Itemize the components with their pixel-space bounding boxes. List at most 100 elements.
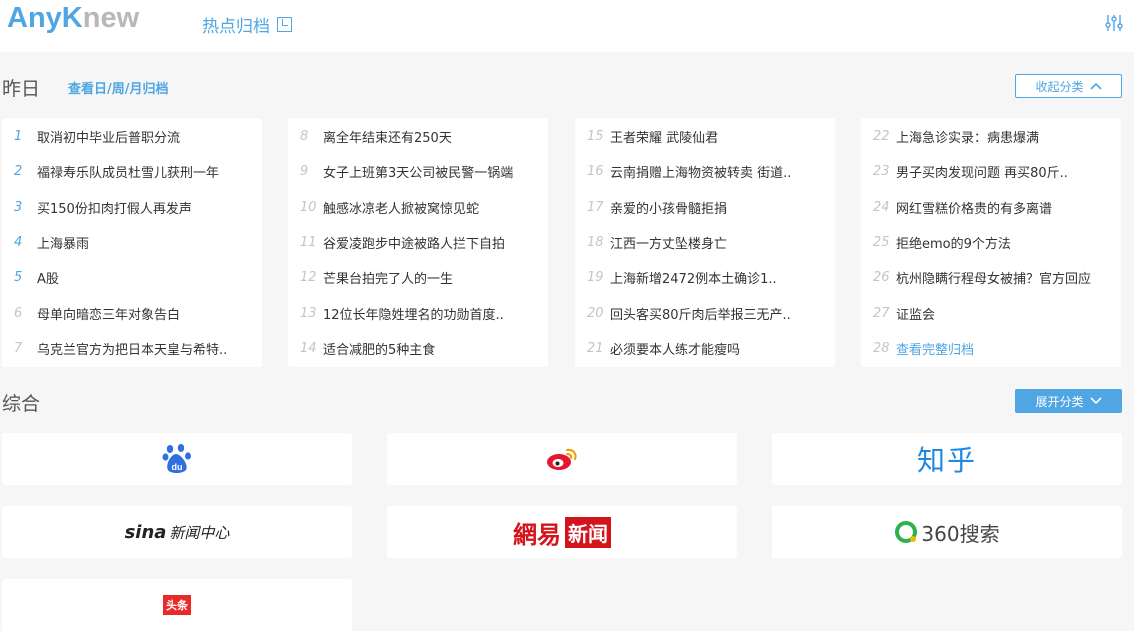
hot-list-item[interactable]: 5 A股 bbox=[2, 260, 262, 295]
hot-list-item[interactable]: 15 王者荣耀 武陵仙君 bbox=[575, 119, 835, 154]
hot-item-title: 必须要本人练才能瘦吗 bbox=[610, 342, 741, 358]
netease-wordmark: 網易 bbox=[513, 519, 561, 549]
sliders-icon[interactable] bbox=[1104, 13, 1124, 33]
hot-list-item[interactable]: 13 12位长年隐姓埋名的功勋首度.. bbox=[288, 295, 548, 330]
hot-item-title: 证监会 bbox=[896, 307, 936, 323]
hot-list-item[interactable]: 2 福禄寿乐队成员杜雪儿获刑一年 bbox=[2, 154, 262, 189]
rank-number: 18 bbox=[587, 235, 604, 251]
hot-item-title: 触感冰凉老人掀被窝惊见蛇 bbox=[323, 201, 480, 217]
hot-list-item[interactable]: 11 谷爱凌跑步中途被路人拦下自拍 bbox=[288, 225, 548, 260]
hot-item-title: 芒果台拍完了人的一生 bbox=[323, 272, 454, 288]
s360-label: 360搜索 bbox=[921, 521, 1000, 546]
rank-number: 8 bbox=[300, 129, 309, 145]
hot-item-title: 网红雪糕价格贵的有多离谱 bbox=[896, 201, 1053, 217]
hot-list-item[interactable]: 22 上海急诊实录：病患爆满 bbox=[861, 119, 1121, 154]
top-bar: AnyKnew 热点归档 bbox=[0, 0, 1134, 52]
rank-number: 16 bbox=[587, 164, 604, 180]
hot-item-title: 母单向暗恋三年对象告白 bbox=[37, 307, 181, 323]
hot-item-title: 离全年结束还有250天 bbox=[323, 131, 452, 147]
weibo-logo-icon bbox=[547, 448, 577, 470]
baidu-paw-icon: du bbox=[162, 444, 191, 473]
hot-list-item[interactable]: 27 证监会 bbox=[861, 295, 1121, 330]
source-sina[interactable]: sina 新闻中心 bbox=[2, 506, 352, 558]
collapse-label: 收起分类 bbox=[1035, 79, 1084, 94]
hot-list-item[interactable]: 7 乌克兰官方为把日本天皇与希特.. bbox=[2, 331, 262, 366]
hot-list-item[interactable]: 18 江西一方丈坠楼身亡 bbox=[575, 225, 835, 260]
rank-number: 19 bbox=[587, 270, 604, 286]
hot-list-item[interactable]: 14 适合减肥的5种主食 bbox=[288, 331, 548, 366]
collapse-categories-button[interactable]: 收起分类 bbox=[1015, 74, 1122, 98]
rank-number: 4 bbox=[14, 235, 23, 251]
hot-item-title: 取消初中毕业后普职分流 bbox=[37, 131, 181, 147]
rank-number: 13 bbox=[300, 305, 317, 321]
rank-number: 27 bbox=[873, 305, 890, 321]
hot-item-title: 王者荣耀 武陵仙君 bbox=[610, 131, 719, 147]
view-archive-link[interactable]: 查看日/周/月归档 bbox=[68, 78, 169, 97]
hot-list-item[interactable]: 12 芒果台拍完了人的一生 bbox=[288, 260, 548, 295]
sina-wordmark: sina bbox=[124, 521, 167, 543]
sina-news-center: 新闻中心 bbox=[169, 523, 230, 542]
zhihu-logo: 知乎 bbox=[916, 444, 977, 477]
hot-list-item[interactable]: 25 拒绝emo的9个方法 bbox=[861, 225, 1121, 260]
rank-number: 1 bbox=[14, 129, 23, 145]
hot-list-item[interactable]: 8 离全年结束还有250天 bbox=[288, 119, 548, 154]
toutiao-logo: 头条 bbox=[163, 595, 191, 615]
hot-list-item[interactable]: 6 母单向暗恋三年对象告白 bbox=[2, 295, 262, 330]
hot-item-title: 江西一方丈坠楼身亡 bbox=[610, 237, 728, 253]
hot-item-title: 回头客买80斤肉后举报三无产.. bbox=[610, 307, 791, 323]
svg-text:du: du bbox=[172, 462, 183, 472]
rank-number: 22 bbox=[873, 129, 890, 145]
hot-list-item[interactable]: 24 网红雪糕价格贵的有多离谱 bbox=[861, 190, 1121, 225]
hot-item-title: 拒绝emo的9个方法 bbox=[896, 237, 1011, 253]
source-netease[interactable]: 網易 新闻 bbox=[387, 506, 737, 558]
rank-number: 14 bbox=[300, 340, 317, 356]
hot-archive-label: 热点归档 bbox=[202, 17, 270, 37]
external-link-icon bbox=[277, 17, 292, 32]
netease-news-badge: 新闻 bbox=[565, 516, 611, 548]
hot-item-title: 买150份扣肉打假人再发声 bbox=[37, 201, 192, 217]
hot-list-item[interactable]: 26 杭州隐瞒行程母女被捕？官方回应 bbox=[861, 260, 1121, 295]
hot-item-title: 女子上班第3天公司被民警一锅端 bbox=[323, 166, 514, 182]
logo-new: new bbox=[82, 2, 140, 34]
hot-list-item[interactable]: 4 上海暴雨 bbox=[2, 225, 262, 260]
logo-k: K bbox=[61, 2, 83, 34]
expand-label: 展开分类 bbox=[1035, 394, 1084, 409]
logo[interactable]: AnyKnew bbox=[7, 2, 139, 35]
rank-number: 26 bbox=[873, 270, 890, 286]
hot-list-item[interactable]: 19 上海新增2472例本土确诊1.. bbox=[575, 260, 835, 295]
s360-logo: 360搜索 bbox=[894, 518, 1000, 547]
hot-item-title: 亲爱的小孩骨髓拒捐 bbox=[610, 201, 728, 217]
general-title: 综合 bbox=[2, 393, 41, 415]
hot-list-item[interactable]: 10 触感冰凉老人掀被窝惊见蛇 bbox=[288, 190, 548, 225]
hot-list-item[interactable]: 28 查看完整归档 bbox=[861, 331, 1121, 366]
hot-list-item[interactable]: 21 必须要本人练才能瘦吗 bbox=[575, 331, 835, 366]
source-360[interactable]: 360搜索 bbox=[772, 506, 1122, 558]
sina-logo: sina 新闻中心 bbox=[125, 522, 230, 543]
hot-list-item[interactable]: 3 买150份扣肉打假人再发声 bbox=[2, 190, 262, 225]
source-baidu[interactable]: du bbox=[2, 433, 352, 485]
hot-archive-link[interactable]: 热点归档 bbox=[202, 12, 292, 37]
hot-list-column-3: 15 王者荣耀 武陵仙君 16 云南捐赠上海物资被转卖 街道.. 17 亲爱的小孩骨髓拒捐… bbox=[575, 118, 835, 367]
hot-item-title: 云南捐赠上海物资被转卖 街道.. bbox=[610, 166, 792, 182]
rank-number: 11 bbox=[300, 235, 317, 251]
source-zhihu[interactable]: 知乎 bbox=[772, 433, 1122, 485]
hot-list-item[interactable]: 17 亲爱的小孩骨髓拒捐 bbox=[575, 190, 835, 225]
hot-list-item[interactable]: 9 女子上班第3天公司被民警一锅端 bbox=[288, 154, 548, 189]
expand-categories-button[interactable]: 展开分类 bbox=[1015, 389, 1122, 413]
chevron-up-icon bbox=[1089, 82, 1102, 90]
rank-number: 3 bbox=[14, 199, 23, 215]
hot-list-item[interactable]: 23 男子买肉发现问题 再买80斤.. bbox=[861, 154, 1121, 189]
hot-item-title: 12位长年隐姓埋名的功勋首度.. bbox=[323, 307, 504, 323]
hot-list-column-4: 22 上海急诊实录：病患爆满 23 男子买肉发现问题 再买80斤.. 24 网红雪糕价格贵… bbox=[861, 118, 1121, 367]
hot-list-item[interactable]: 1 取消初中毕业后普职分流 bbox=[2, 119, 262, 154]
source-weibo[interactable] bbox=[387, 433, 737, 485]
rank-number: 10 bbox=[300, 199, 317, 215]
rank-number: 28 bbox=[873, 340, 890, 356]
hot-list-item[interactable]: 16 云南捐赠上海物资被转卖 街道.. bbox=[575, 154, 835, 189]
rank-number: 24 bbox=[873, 199, 890, 215]
hot-item-title: A股 bbox=[37, 272, 59, 288]
hot-item-title: 上海暴雨 bbox=[37, 237, 90, 253]
hot-list-column-2: 8 离全年结束还有250天 9 女子上班第3天公司被民警一锅端 10 触感冰凉老人掀被窝惊… bbox=[288, 118, 548, 367]
hot-list-item[interactable]: 20 回头客买80斤肉后举报三无产.. bbox=[575, 295, 835, 330]
source-toutiao[interactable]: 头条 bbox=[2, 579, 352, 631]
